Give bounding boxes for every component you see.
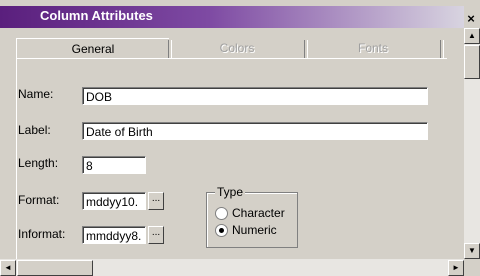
- length-field[interactable]: 8: [82, 156, 146, 174]
- scroll-up-icon[interactable]: ▲: [464, 28, 480, 44]
- informat-browse-button[interactable]: ...: [148, 226, 164, 244]
- format-label: Format:: [18, 193, 60, 207]
- tab-fonts[interactable]: Fonts: [308, 38, 438, 58]
- tab-colors[interactable]: Colors: [170, 38, 304, 58]
- scroll-left-icon[interactable]: ◄: [0, 260, 16, 276]
- radio-numeric[interactable]: Numeric: [215, 222, 277, 238]
- label-label: Label:: [18, 123, 51, 137]
- radio-character[interactable]: Character: [215, 205, 285, 221]
- horizontal-scroll-thumb[interactable]: [17, 260, 93, 276]
- format-browse-button[interactable]: ...: [148, 192, 164, 210]
- tab-divider: [440, 40, 444, 58]
- radio-label: Numeric: [232, 223, 277, 237]
- vertical-scroll-thumb[interactable]: [464, 45, 480, 79]
- length-label: Length:: [18, 156, 59, 170]
- horizontal-scrollbar[interactable]: ◄ ►: [0, 259, 464, 276]
- close-icon[interactable]: ×: [464, 12, 478, 26]
- label-field[interactable]: Date of Birth: [82, 122, 428, 140]
- radio-button[interactable]: [215, 207, 228, 221]
- scroll-right-icon[interactable]: ►: [448, 260, 464, 276]
- name-label: Name:: [18, 87, 54, 101]
- scroll-down-icon[interactable]: ▼: [464, 243, 480, 259]
- tab-general[interactable]: General: [16, 38, 169, 59]
- type-group-title: Type: [215, 185, 246, 199]
- vertical-scrollbar[interactable]: ▲ ▼: [464, 28, 480, 259]
- format-field[interactable]: mddyy10.: [82, 192, 146, 210]
- title-bar: Column Attributes: [0, 6, 464, 28]
- radio-button-selected[interactable]: [215, 224, 228, 238]
- name-field[interactable]: DOB: [82, 87, 428, 105]
- informat-field[interactable]: mmddyy8.: [82, 226, 146, 244]
- dialog-body: General Colors Fonts Name: DOB Label: Da…: [8, 28, 464, 259]
- informat-label: Informat:: [18, 227, 66, 241]
- radio-label: Character: [232, 206, 285, 220]
- type-group: Type Character Numeric: [206, 185, 298, 248]
- scrollbar-corner: [464, 259, 480, 276]
- window-title: Column Attributes: [40, 8, 153, 23]
